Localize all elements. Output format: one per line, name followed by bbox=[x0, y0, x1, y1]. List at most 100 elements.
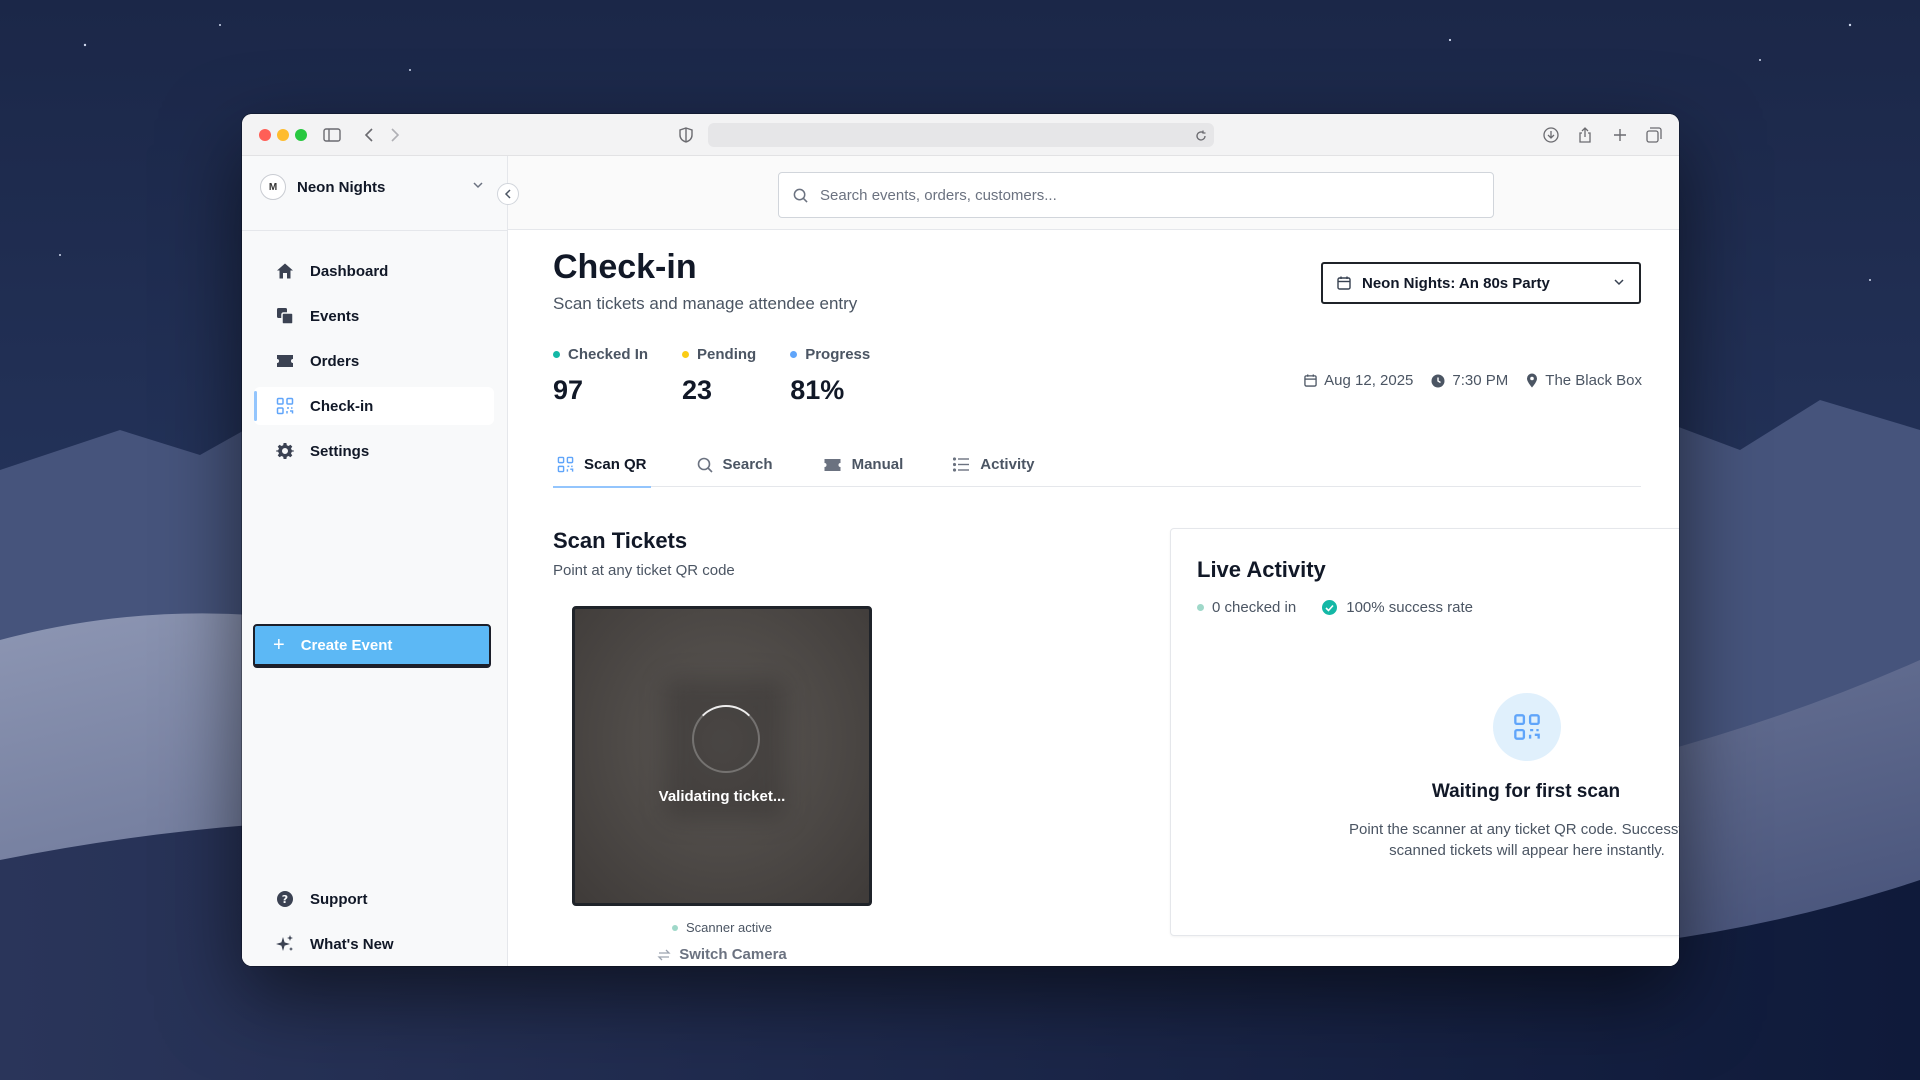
event-venue-text: The Black Box bbox=[1545, 372, 1642, 389]
chevron-down-icon bbox=[472, 178, 484, 196]
address-bar[interactable] bbox=[708, 123, 1214, 147]
live-checked-in-text: 0 checked in bbox=[1212, 599, 1297, 616]
clock-icon bbox=[1431, 374, 1445, 388]
status-dot bbox=[553, 351, 560, 358]
org-switcher[interactable]: M Neon Nights bbox=[260, 168, 490, 206]
scan-tickets-title: Scan Tickets bbox=[553, 528, 688, 553]
main-content: Check-in Scan tickets and manage attende… bbox=[509, 230, 1679, 966]
download-icon[interactable] bbox=[1541, 125, 1561, 145]
app-root: M Neon Nights Dashboard Events Orders Ch… bbox=[242, 156, 1679, 966]
sidebar-item-label: Check-in bbox=[310, 397, 374, 415]
page-subtitle: Scan tickets and manage attendee entry bbox=[553, 294, 858, 313]
tab-overview-icon[interactable] bbox=[1644, 125, 1664, 145]
browser-titlebar bbox=[242, 114, 1679, 156]
create-event-button[interactable]: + Create Event bbox=[253, 624, 491, 668]
checkin-tabs: Scan QR Search Manual Activity bbox=[553, 442, 1641, 488]
ticket-icon bbox=[274, 350, 296, 372]
event-time-text: 7:30 PM bbox=[1452, 372, 1509, 389]
home-icon bbox=[274, 260, 296, 282]
sidebar-item-events[interactable]: Events bbox=[254, 297, 494, 335]
forward-icon[interactable] bbox=[385, 125, 405, 145]
new-tab-icon[interactable] bbox=[1610, 125, 1630, 145]
sidebar-item-label: Events bbox=[310, 307, 360, 325]
stat-value: 23 bbox=[682, 375, 713, 405]
sidebar-item-orders[interactable]: Orders bbox=[254, 342, 494, 380]
stat-label-text: Checked In bbox=[568, 346, 649, 363]
sidebar-footer-nav: ? Support What's New bbox=[254, 880, 494, 966]
sidebar-item-label: Orders bbox=[310, 352, 360, 370]
tab-manual[interactable]: Manual bbox=[819, 442, 908, 487]
svg-text:?: ? bbox=[282, 893, 288, 906]
event-selector[interactable]: Neon Nights: An 80s Party bbox=[1321, 262, 1641, 304]
event-date-text: Aug 12, 2025 bbox=[1324, 372, 1414, 389]
tab-activity[interactable]: Activity bbox=[949, 442, 1038, 487]
event-date: Aug 12, 2025 bbox=[1304, 372, 1413, 389]
stat-label: Checked In bbox=[553, 346, 648, 363]
stat-pending: Pending 23 bbox=[682, 346, 756, 406]
sidebar-item-label: Support bbox=[310, 890, 368, 908]
minimize-window-button[interactable] bbox=[277, 129, 289, 141]
plus-icon: + bbox=[273, 633, 285, 656]
maximize-window-button[interactable] bbox=[295, 129, 307, 141]
sidebar-item-support[interactable]: ? Support bbox=[254, 880, 494, 918]
stat-progress: Progress 81% bbox=[790, 346, 870, 406]
ticket-icon bbox=[823, 457, 842, 473]
sidebar-divider bbox=[242, 230, 508, 231]
scanner-status-text: Scanner active bbox=[686, 920, 772, 935]
switch-camera-label: Switch Camera bbox=[679, 946, 787, 963]
gear-icon bbox=[274, 440, 296, 462]
collapse-sidebar-button[interactable] bbox=[497, 183, 519, 205]
help-circle-icon: ? bbox=[274, 888, 296, 910]
sidebar-item-settings[interactable]: Settings bbox=[254, 432, 494, 470]
share-icon[interactable] bbox=[1575, 125, 1595, 145]
privacy-shield-icon[interactable] bbox=[676, 125, 696, 145]
global-search[interactable] bbox=[778, 172, 1494, 218]
checkin-stats: Checked In 97 Pending 23 Progress 81% bbox=[553, 346, 904, 406]
empty-state-title: Waiting for first scan bbox=[1431, 781, 1621, 802]
back-icon[interactable] bbox=[359, 125, 379, 145]
stat-value: 97 bbox=[553, 375, 584, 405]
live-activity-title: Live Activity bbox=[1197, 557, 1326, 582]
calendar-icon bbox=[1337, 276, 1351, 290]
events-icon bbox=[274, 305, 296, 327]
status-dot bbox=[1197, 604, 1204, 611]
stat-value: 81% bbox=[790, 375, 845, 405]
sparkles-icon bbox=[274, 933, 296, 955]
sidebar-toggle-icon[interactable] bbox=[322, 125, 342, 145]
tab-label: Search bbox=[722, 456, 773, 473]
tab-scan-qr[interactable]: Scan QR bbox=[553, 442, 651, 488]
sidebar-item-whats-new[interactable]: What's New bbox=[254, 925, 494, 963]
check-circle-icon bbox=[1322, 600, 1338, 615]
browser-window: M Neon Nights Dashboard Events Orders Ch… bbox=[242, 114, 1679, 966]
tab-label: Manual bbox=[851, 456, 904, 473]
search-input[interactable] bbox=[820, 186, 1460, 204]
close-window-button[interactable] bbox=[259, 129, 271, 141]
live-checked-in: 0 checked in bbox=[1197, 599, 1296, 616]
page-title: Check-in bbox=[553, 248, 697, 286]
tab-search[interactable]: Search bbox=[693, 442, 777, 487]
reload-icon[interactable] bbox=[1191, 126, 1211, 146]
event-selector-value: Neon Nights: An 80s Party bbox=[1362, 274, 1550, 292]
qr-code-icon bbox=[274, 395, 296, 417]
sidebar-item-check-in[interactable]: Check-in bbox=[254, 387, 494, 425]
sidebar-nav: Dashboard Events Orders Check-in Setting… bbox=[254, 252, 494, 477]
sidebar-item-label: Settings bbox=[310, 442, 370, 460]
loading-spinner-icon bbox=[692, 705, 760, 773]
switch-camera-button[interactable]: Switch Camera bbox=[572, 946, 872, 963]
search-icon bbox=[697, 457, 713, 473]
event-time: 7:30 PM bbox=[1431, 372, 1508, 389]
sidebar: M Neon Nights Dashboard Events Orders Ch… bbox=[242, 156, 508, 966]
swap-icon bbox=[657, 949, 671, 961]
stat-label: Pending bbox=[682, 346, 756, 363]
tab-label: Activity bbox=[980, 456, 1035, 473]
tab-label: Scan QR bbox=[584, 456, 647, 473]
location-pin-icon bbox=[1526, 373, 1538, 388]
camera-viewfinder[interactable]: Validating ticket... bbox=[572, 606, 872, 906]
list-icon bbox=[953, 457, 970, 472]
stat-label-text: Progress bbox=[805, 346, 871, 363]
status-dot bbox=[682, 351, 690, 358]
sidebar-item-dashboard[interactable]: Dashboard bbox=[254, 252, 494, 290]
live-activity-stats: 0 checked in 100% success rate bbox=[1197, 599, 1499, 616]
live-success-rate: 100% success rate bbox=[1322, 599, 1473, 616]
chevron-left-icon bbox=[504, 189, 512, 199]
